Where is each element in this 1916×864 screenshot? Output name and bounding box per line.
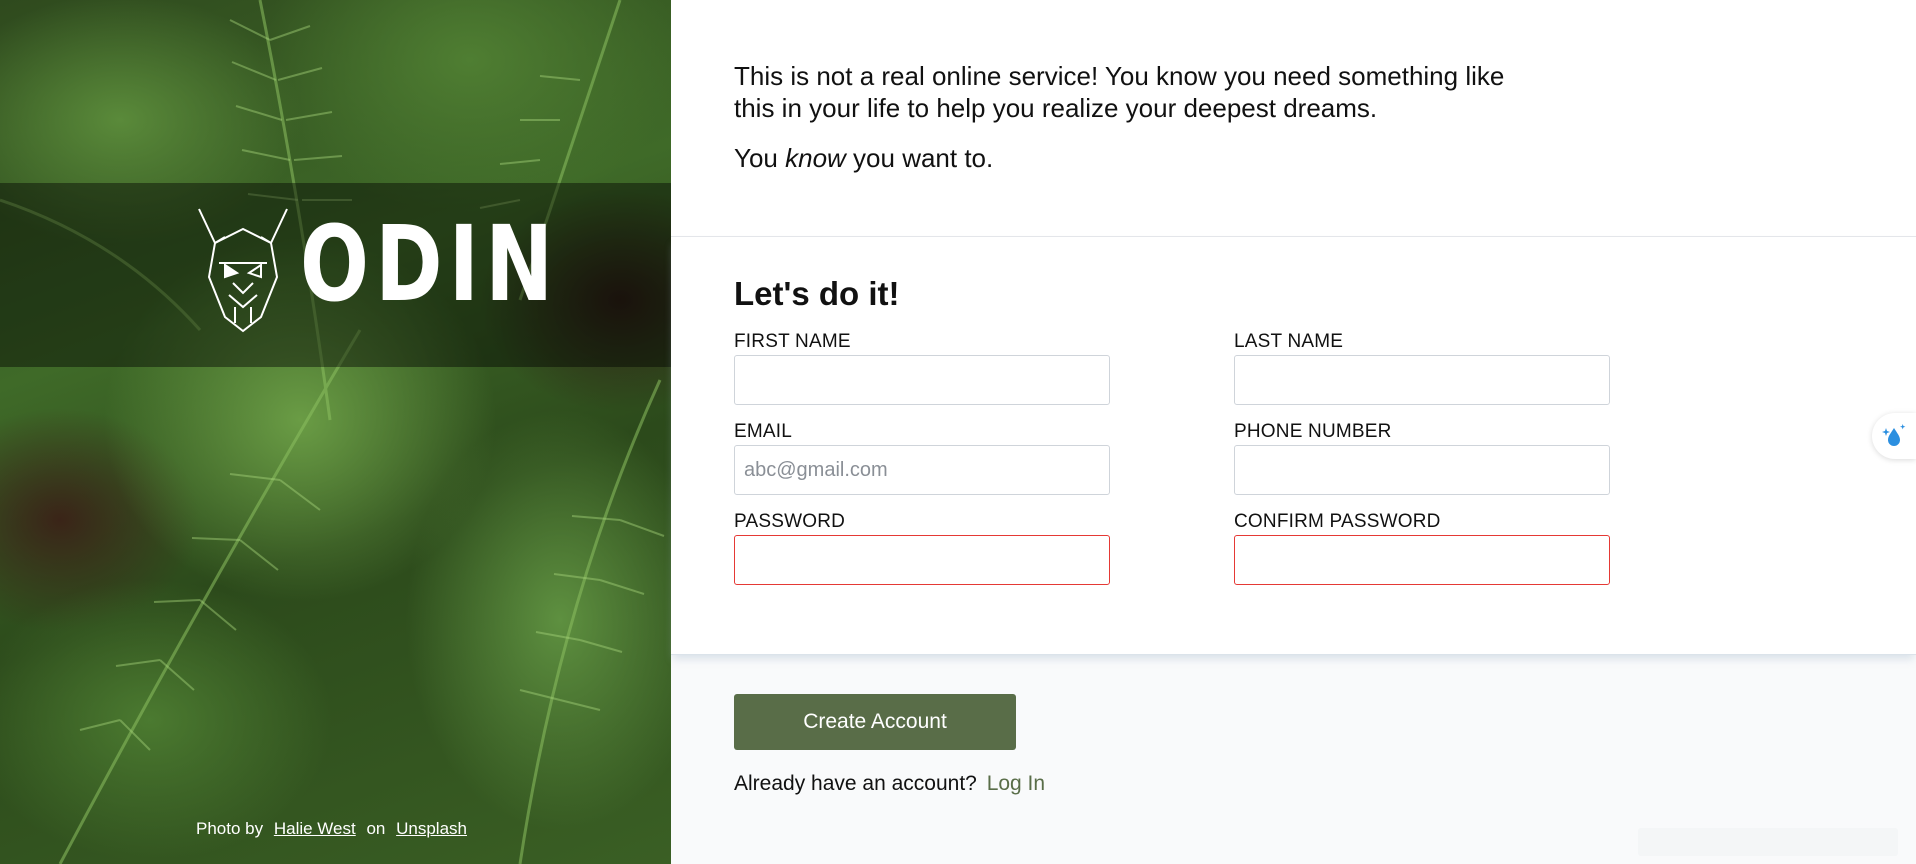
signup-form: Let's do it! FIRST NAME LAST NAME EMAIL … <box>671 237 1916 655</box>
intro-section: This is not a real online service! You k… <box>671 0 1916 237</box>
tagline-emphasis: know <box>785 143 846 173</box>
form-actions: Create Account Already have an account? … <box>671 655 1916 796</box>
last-name-input[interactable] <box>1234 355 1610 405</box>
create-account-button[interactable]: Create Account <box>734 694 1016 750</box>
first-name-field: FIRST NAME <box>734 331 1110 405</box>
email-label: EMAIL <box>734 421 793 442</box>
first-name-input[interactable] <box>734 355 1110 405</box>
credit-middle: on <box>366 819 386 838</box>
main-content: This is not a real online service! You k… <box>671 0 1916 864</box>
phone-label: PHONE NUMBER <box>1234 421 1392 442</box>
last-name-field: LAST NAME <box>1234 331 1610 405</box>
fern-background-image <box>0 0 665 864</box>
credit-prefix: Photo by <box>196 819 264 838</box>
credit-source-link[interactable]: Unsplash <box>396 819 467 838</box>
sparkle-drop-icon <box>1882 424 1906 446</box>
email-input[interactable] <box>734 445 1110 495</box>
password-input[interactable] <box>734 535 1110 585</box>
last-name-label: LAST NAME <box>1234 331 1344 352</box>
phone-input[interactable] <box>1234 445 1610 495</box>
phone-field: PHONE NUMBER <box>1234 421 1610 495</box>
tagline-after: you want to. <box>853 143 994 173</box>
tagline-before: You <box>734 143 778 173</box>
form-heading: Let's do it! <box>734 275 900 312</box>
confirm-password-input[interactable] <box>1234 535 1610 585</box>
confirm-password-field: CONFIRM PASSWORD <box>1234 511 1610 585</box>
credit-author-link[interactable]: Halie West <box>274 819 356 838</box>
confirm-password-label: CONFIRM PASSWORD <box>1234 511 1441 532</box>
logo-wordmark: ODIN <box>300 203 560 325</box>
email-field: EMAIL <box>734 421 1110 495</box>
password-label: PASSWORD <box>734 511 846 532</box>
login-link[interactable]: Log In <box>987 772 1045 795</box>
photo-credit: Photo by Halie West on Unsplash <box>196 819 473 839</box>
intro-text: This is not a real online service! You k… <box>734 61 1505 123</box>
form-grid: FIRST NAME LAST NAME EMAIL PHONE NUMBER … <box>734 331 1916 585</box>
password-field: PASSWORD <box>734 511 1110 585</box>
hero-panel: ODIN Photo by Halie West on Unsplash <box>0 0 671 864</box>
viking-helmet-icon <box>198 208 288 333</box>
login-prompt-text: Already have an account? <box>734 772 977 795</box>
faint-overlay-bar <box>1638 828 1898 856</box>
intro-tagline: You know you want to. <box>734 142 1524 174</box>
assistant-widget-button[interactable] <box>1872 413 1916 459</box>
login-prompt: Already have an account? Log In <box>734 772 1916 796</box>
first-name-label: FIRST NAME <box>734 331 851 352</box>
